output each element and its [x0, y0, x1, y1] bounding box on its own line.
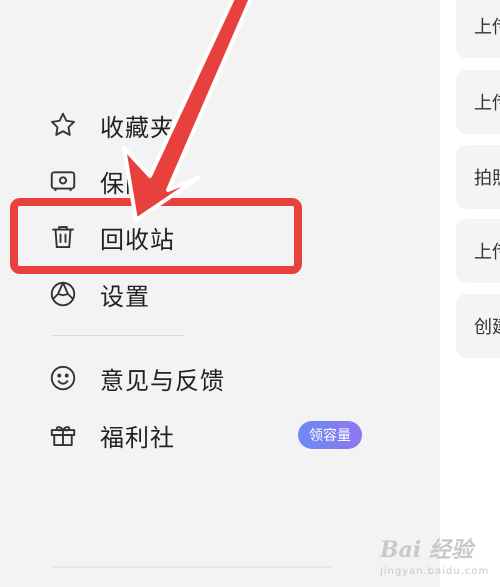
content-card[interactable]: 创建	[456, 294, 500, 358]
main-content: 上传 上传 拍照 上传 创建	[440, 0, 500, 587]
menu-label-settings: 设置	[100, 282, 150, 311]
menu-divider	[52, 335, 184, 336]
menu-item-settings[interactable]: 设置	[46, 270, 376, 318]
content-card[interactable]: 上传	[456, 70, 500, 134]
content-card[interactable]: 上传	[456, 0, 500, 58]
bottom-divider	[52, 566, 332, 568]
menu-label-favorites: 收藏夹	[100, 113, 175, 142]
highlight-box	[10, 198, 302, 274]
menu-label-welfare: 福利社	[100, 423, 175, 452]
menu-item-favorites[interactable]: 收藏夹	[46, 101, 376, 149]
settings-icon	[46, 277, 80, 311]
content-card[interactable]: 拍照	[456, 145, 500, 209]
gift-icon	[46, 418, 80, 452]
watermark: Bai 经验 jingyan.baidu.com	[380, 532, 498, 584]
safe-icon	[46, 164, 80, 198]
star-icon	[46, 108, 80, 142]
menu-label-safe: 保险箱	[100, 169, 175, 198]
content-card[interactable]: 上传	[456, 219, 500, 283]
side-drawer: 收藏夹 保险箱 回收站 设置 意见与反馈 福利社 领容量	[0, 0, 440, 587]
menu-item-feedback[interactable]: 意见与反馈	[46, 354, 376, 402]
watermark-url: jingyan.baidu.com	[380, 566, 490, 577]
capacity-badge[interactable]: 领容量	[298, 421, 362, 449]
menu-label-feedback: 意见与反馈	[100, 366, 225, 395]
watermark-logo: Bai 经验	[380, 537, 473, 563]
smile-icon	[46, 361, 80, 395]
